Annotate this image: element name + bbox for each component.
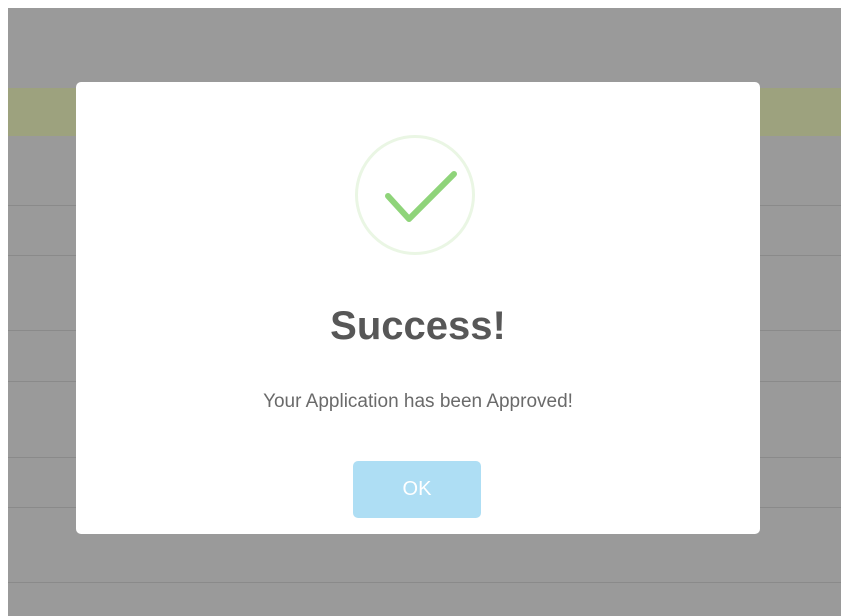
dialog-title: Success! <box>330 304 506 348</box>
modal-overlay[interactable]: Success! Your Application has been Appro… <box>8 8 841 616</box>
success-dialog: Success! Your Application has been Appro… <box>76 82 760 534</box>
dialog-message: Your Application has been Approved! <box>263 391 573 412</box>
background-page: Success! Your Application has been Appro… <box>8 8 841 616</box>
checkmark-icon <box>385 171 457 222</box>
ok-button[interactable]: OK <box>353 461 481 518</box>
success-icon-ring <box>355 135 475 255</box>
